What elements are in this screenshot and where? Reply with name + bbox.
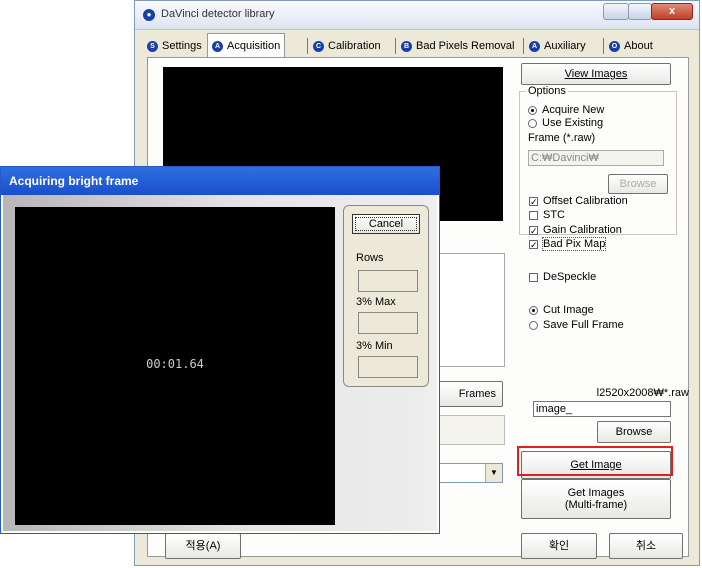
acquiring-dialog: Acquiring bright frame 00:01.64 Cancel R… <box>0 166 440 534</box>
minimize-button[interactable] <box>603 3 629 20</box>
frame-label: Frame (*.raw) <box>528 132 595 144</box>
dialog-stats-panel: Cancel Rows 3% Max 3% Min <box>343 205 429 387</box>
about-tab-icon: O <box>609 40 620 52</box>
frame-list[interactable] <box>435 253 505 367</box>
use-existing-radio[interactable]: Use Existing <box>528 117 603 129</box>
get-images-multiframe-button[interactable]: Get Images (Multi-frame) <box>521 479 671 519</box>
frames-button[interactable]: Frames <box>435 381 503 407</box>
radio-icon[interactable] <box>528 118 537 128</box>
radio-selected-icon[interactable] <box>528 105 537 115</box>
rows-label: Rows <box>356 252 384 264</box>
image-size-label: l2520x2008₩*.raw <box>596 387 689 399</box>
tab-about[interactable]: O About <box>609 35 653 57</box>
highlight-box <box>517 446 673 476</box>
tab-label: Auxiliary <box>544 40 586 52</box>
stc-checkbox[interactable]: STC <box>529 209 565 221</box>
despeckle-checkbox[interactable]: DeSpeckle <box>529 271 596 283</box>
radio-selected-icon[interactable] <box>529 305 538 315</box>
offset-calibration-label: Offset Calibration <box>543 195 628 207</box>
acquire-new-radio[interactable]: Acquire New <box>528 104 604 116</box>
tab-calibration[interactable]: C Calibration <box>313 35 381 57</box>
dialog-title[interactable]: Acquiring bright frame <box>1 167 439 195</box>
close-button[interactable]: x <box>651 3 693 20</box>
app-icon: ● <box>143 9 155 21</box>
title-bar[interactable]: ● DaVinci detector library x <box>135 1 699 30</box>
frames-label: Frames <box>458 388 496 400</box>
save-full-frame-label: Save Full Frame <box>543 319 624 331</box>
min-label: 3% Min <box>356 340 393 352</box>
calibration-tab-icon: C <box>313 40 324 52</box>
max-label: 3% Max <box>356 296 396 308</box>
checkbox-icon[interactable] <box>529 210 538 220</box>
auxiliary-tab-icon: A <box>529 40 540 52</box>
view-images-label: View Images <box>564 68 628 80</box>
offset-calibration-checkbox[interactable]: ✓ Offset Calibration <box>529 195 628 207</box>
cut-image-radio[interactable]: Cut Image <box>529 304 594 316</box>
chevron-down-icon[interactable]: ▼ <box>485 464 502 482</box>
max-field <box>358 312 418 334</box>
browse-existing-button[interactable]: Browse <box>608 174 668 194</box>
use-existing-label: Use Existing <box>542 117 604 129</box>
window-title: DaVinci detector library <box>161 8 275 20</box>
save-full-frame-radio[interactable]: Save Full Frame <box>529 319 624 331</box>
mode-select[interactable]: ▼ <box>435 463 503 483</box>
tab-label: Calibration <box>328 40 381 52</box>
acquire-new-label: Acquire New <box>542 104 605 116</box>
image-name-input[interactable]: image_ <box>533 401 671 417</box>
apply-button[interactable]: 적용(A) <box>165 533 241 559</box>
acquisition-tab-icon: A <box>212 40 223 52</box>
checkbox-icon[interactable] <box>529 272 538 282</box>
bad-pix-map-label: Bad Pix Map <box>541 237 607 251</box>
frame-path-field[interactable]: C:₩Davinci₩ <box>528 150 664 166</box>
tab-label: Bad Pixels Removal <box>416 40 515 52</box>
tab-label: Settings <box>162 40 202 52</box>
maximize-button[interactable] <box>628 3 652 20</box>
bad-pix-map-checkbox[interactable]: ✓ Bad Pix Map <box>529 237 607 251</box>
gain-calibration-checkbox[interactable]: ✓ Gain Calibration <box>529 224 622 236</box>
frame-label-text: Frame (*.raw) <box>528 132 596 144</box>
ok-button[interactable]: 확인 <box>521 533 597 559</box>
checkmark-icon[interactable]: ✓ <box>529 225 538 235</box>
despeckle-label: DeSpeckle <box>543 271 597 283</box>
elapsed-timer: 00:01.64 <box>146 357 204 371</box>
tab-acquisition[interactable]: A Acquisition <box>207 33 286 58</box>
get-images-label: Get Images <box>567 487 625 499</box>
checkmark-icon[interactable]: ✓ <box>529 196 538 206</box>
dialog-cancel-button[interactable]: Cancel <box>352 214 420 234</box>
multiframe-label: (Multi-frame) <box>564 499 628 511</box>
view-images-button[interactable]: View Images <box>521 63 671 85</box>
status-box <box>435 415 505 445</box>
checkmark-icon[interactable]: ✓ <box>529 239 538 249</box>
tab-label: Acquisition <box>227 40 281 52</box>
gain-calibration-label: Gain Calibration <box>543 224 622 236</box>
tab-settings[interactable]: S Settings <box>147 35 202 57</box>
bad-pixels-tab-icon: B <box>401 40 412 52</box>
radio-icon[interactable] <box>529 320 538 330</box>
settings-tab-icon: S <box>147 40 158 52</box>
cut-image-label: Cut Image <box>543 304 594 316</box>
browse-button[interactable]: Browse <box>597 421 671 443</box>
rows-field <box>358 270 418 292</box>
stc-label: STC <box>543 209 565 221</box>
dialog-body: 00:01.64 Cancel Rows 3% Max 3% Min <box>3 195 437 531</box>
tab-bad-pixels-removal[interactable]: B Bad Pixels Removal <box>401 35 514 57</box>
min-field <box>358 356 418 378</box>
cancel-button[interactable]: 취소 <box>609 533 683 559</box>
tab-auxiliary[interactable]: A Auxiliary <box>529 35 586 57</box>
options-legend: Options <box>526 85 568 97</box>
acquisition-preview: 00:01.64 <box>15 207 335 525</box>
window-controls: x <box>603 3 693 21</box>
tab-label: About <box>624 40 653 52</box>
